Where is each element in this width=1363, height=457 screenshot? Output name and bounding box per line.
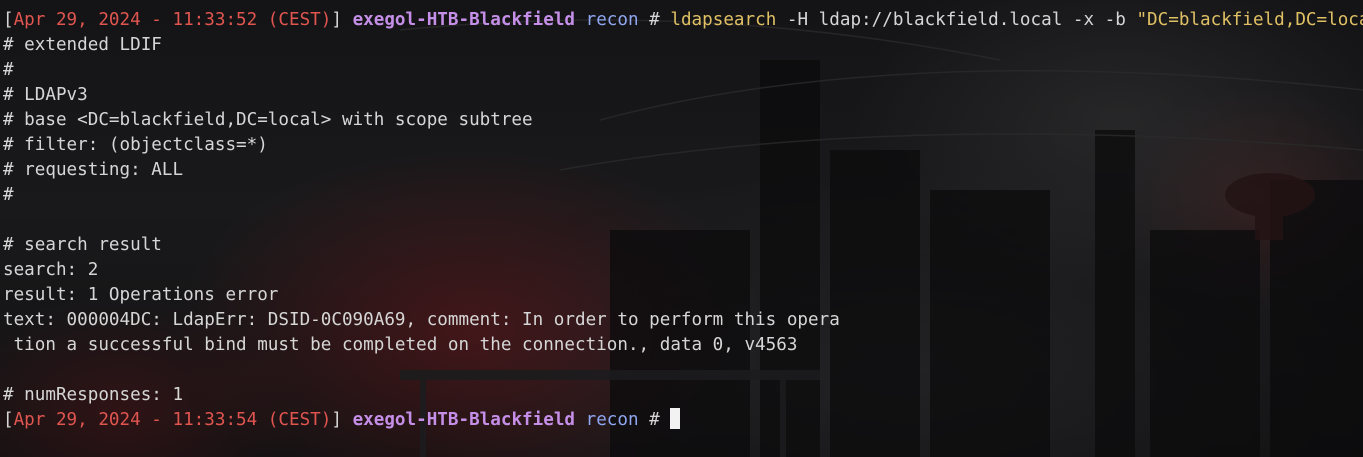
- prompt-directory: recon: [585, 10, 639, 30]
- output-line: #: [3, 60, 14, 80]
- command-args: -H ldap://blackfield.local -x -b: [786, 10, 1126, 30]
- prompt-open-bracket: [: [3, 10, 14, 30]
- command-quoted-arg: "DC=blackfield,DC=local": [1136, 10, 1363, 30]
- prompt-timestamp: Apr 29, 2024 - 11:33:52 (CEST): [13, 10, 332, 30]
- output-line: # extended LDIF: [3, 35, 162, 55]
- output-line: text: 000004DC: LdapErr: DSID-0C090A69, …: [3, 310, 840, 330]
- prompt-hostname: exegol-HTB-Blackfield: [352, 410, 576, 430]
- output-line: #: [3, 185, 14, 205]
- prompt-symbol: #: [649, 410, 660, 430]
- prompt-timestamp: Apr 29, 2024 - 11:33:54 (CEST): [13, 410, 332, 430]
- prompt-hostname: exegol-HTB-Blackfield: [352, 10, 576, 30]
- terminal-output: [Apr 29, 2024 - 11:33:52 (CEST)] exegol-…: [3, 8, 1363, 433]
- output-line: result: 1 Operations error: [3, 285, 279, 305]
- prompt-directory: recon: [585, 410, 639, 430]
- prompt-line: [Apr 29, 2024 - 11:33:52 (CEST)] exegol-…: [3, 8, 1363, 33]
- output-line: # LDAPv3: [3, 85, 88, 105]
- prompt-line: [Apr 29, 2024 - 11:33:54 (CEST)] exegol-…: [3, 408, 1363, 433]
- prompt-symbol: #: [649, 10, 660, 30]
- output-line: # base <DC=blackfield,DC=local> with sco…: [3, 110, 533, 130]
- output-line: # filter: (objectclass=*): [3, 135, 268, 155]
- prompt-close-bracket: ]: [331, 410, 342, 430]
- output-line: # requesting: ALL: [3, 160, 184, 180]
- prompt-open-bracket: [: [3, 410, 14, 430]
- text-cursor[interactable]: [670, 408, 681, 429]
- output-line: # numResponses: 1: [3, 385, 184, 405]
- terminal-window[interactable]: [Apr 29, 2024 - 11:33:52 (CEST)] exegol-…: [0, 0, 1363, 457]
- command-name: ldapsearch: [670, 10, 777, 30]
- output-line: tion a successful bind must be completed…: [3, 335, 798, 355]
- output-line: # search result: [3, 235, 162, 255]
- output-line: search: 2: [3, 260, 99, 280]
- prompt-close-bracket: ]: [331, 10, 342, 30]
